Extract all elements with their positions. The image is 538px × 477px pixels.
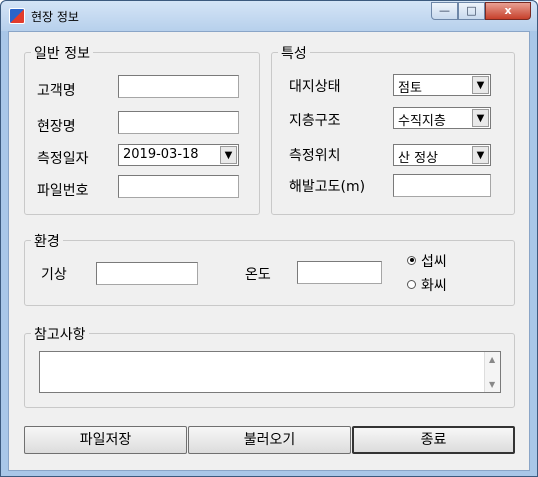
ground-select[interactable]: 점토 ▼ (393, 74, 491, 96)
minimize-button[interactable]: — (431, 2, 458, 20)
customer-label: 고객명 (37, 83, 76, 99)
celsius-radio-dot[interactable] (407, 255, 416, 265)
strata-value: 수직지층 (398, 114, 446, 129)
altitude-label: 해발고도(m) (289, 179, 366, 195)
position-dropdown-icon[interactable]: ▼ (472, 146, 489, 164)
date-dropdown-icon[interactable]: ▼ (220, 146, 237, 164)
notes-textarea[interactable]: ▲ ▼ (39, 351, 501, 393)
strata-label: 지층구조 (289, 113, 341, 129)
ground-value: 점토 (398, 81, 422, 96)
altitude-input[interactable] (393, 174, 491, 197)
client-area: 일반 정보 고객명 현장명 측정일자 2019-03-18 ▼ 파일번호 특성 … (8, 31, 530, 471)
scroll-down-icon[interactable]: ▼ (489, 380, 495, 389)
file-number-input[interactable] (118, 175, 239, 198)
maximize-button[interactable]: □ (458, 2, 485, 20)
position-label: 측정위치 (289, 148, 341, 164)
ground-dropdown-icon[interactable]: ▼ (472, 76, 489, 94)
close-button[interactable]: x (485, 2, 531, 20)
title-bar[interactable]: 현장 정보 — □ x (1, 1, 537, 31)
window-title: 현장 정보 (31, 10, 79, 24)
strata-dropdown-icon[interactable]: ▼ (472, 109, 489, 127)
date-value: 2019-03-18 (123, 147, 199, 162)
weather-input[interactable] (96, 262, 198, 285)
notes-scrollbar[interactable]: ▲ ▼ (484, 352, 500, 392)
app-icon (9, 8, 25, 24)
position-value: 산 정상 (398, 151, 439, 166)
date-label: 측정일자 (37, 151, 89, 167)
temperature-input[interactable] (297, 261, 382, 284)
site-input[interactable] (118, 111, 239, 134)
date-picker[interactable]: 2019-03-18 ▼ (118, 144, 239, 166)
file-number-label: 파일번호 (37, 183, 89, 199)
ground-label: 대지상태 (289, 79, 341, 95)
temperature-label: 온도 (245, 267, 271, 283)
strata-select[interactable]: 수직지층 ▼ (393, 107, 491, 129)
environment-legend: 환경 (31, 231, 63, 251)
general-info-legend: 일반 정보 (31, 43, 93, 63)
position-select[interactable]: 산 정상 ▼ (393, 144, 491, 166)
fahrenheit-label: 화씨 (421, 278, 447, 294)
dialog-window: 현장 정보 — □ x 일반 정보 고객명 현장명 측정일자 2019-03-1… (0, 0, 538, 477)
celsius-label: 섭씨 (421, 254, 447, 270)
fahrenheit-radio-dot[interactable] (407, 279, 416, 289)
site-label: 현장명 (37, 119, 76, 135)
properties-legend: 특성 (278, 43, 310, 63)
celsius-radio[interactable]: 섭씨 (407, 251, 447, 271)
fahrenheit-radio[interactable]: 화씨 (407, 275, 447, 295)
scroll-up-icon[interactable]: ▲ (489, 355, 495, 364)
customer-input[interactable] (118, 75, 239, 98)
notes-legend: 참고사항 (31, 324, 89, 344)
exit-button[interactable]: 종료 (352, 426, 515, 454)
load-button[interactable]: 불러오기 (188, 426, 351, 454)
weather-label: 기상 (41, 267, 67, 283)
save-file-button[interactable]: 파일저장 (24, 426, 187, 454)
